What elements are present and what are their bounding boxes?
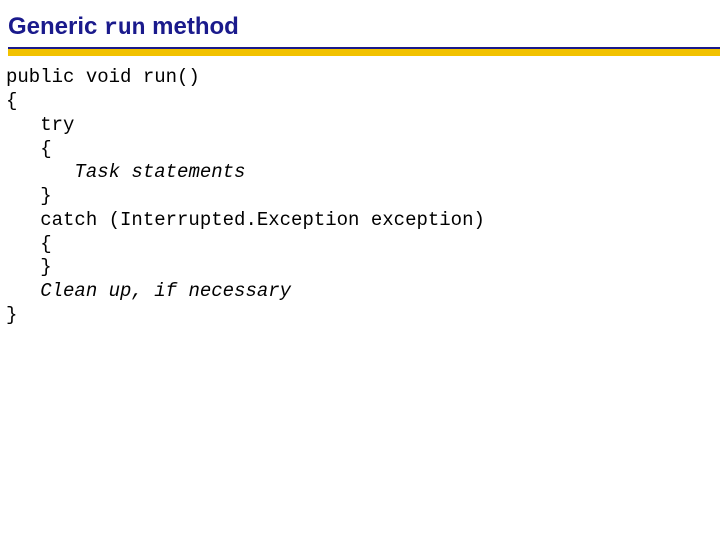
code-line-5-indent [6,161,74,183]
title-part2: method [145,13,238,40]
code-block: public void run() { try { Task statement… [0,56,720,327]
slide: Generic run method public void run() { t… [0,0,720,540]
code-line-8: { [6,233,52,255]
code-line-2: { [6,90,17,112]
code-line-7: catch (Interrupted.Exception exception) [6,209,485,231]
slide-title: Generic run method [8,14,720,41]
rule-gold [8,49,720,56]
code-line-10-indent [6,280,40,302]
title-mono: run [104,15,145,41]
code-line-9: } [6,256,52,278]
code-line-6: } [6,185,52,207]
code-line-3: try [6,114,74,136]
code-line-1: public void run() [6,66,200,88]
code-line-10-italic: Clean up, if necessary [40,280,291,302]
code-line-11: } [6,304,17,326]
title-rule [8,47,720,56]
title-block: Generic run method [0,0,720,56]
title-part1: Generic [8,13,104,40]
code-line-4: { [6,138,52,160]
code-line-5-italic: Task statements [74,161,245,183]
